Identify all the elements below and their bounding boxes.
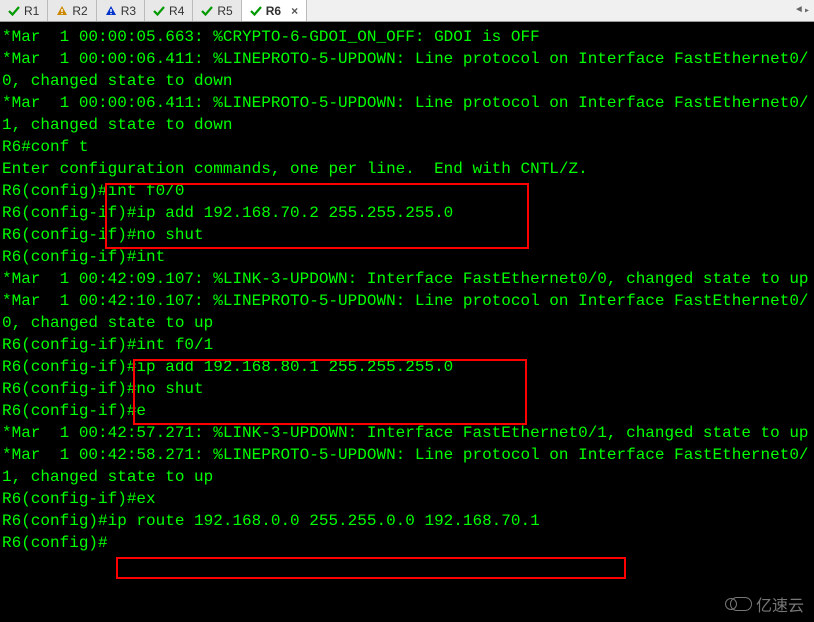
watermark: 亿速云 [730, 592, 804, 616]
terminal-line: R6(config-if)#ex [2, 488, 812, 510]
watermark-icon [730, 597, 752, 611]
terminal-line: *Mar 1 00:00:05.663: %CRYPTO-6-GDOI_ON_O… [2, 26, 812, 48]
terminal-line: R6(config-if)#int [2, 246, 812, 268]
tab-label: R4 [169, 4, 184, 18]
terminal-line: R6(config)#int f0/0 [2, 180, 812, 202]
check-icon [250, 5, 262, 17]
terminal-output[interactable]: *Mar 1 00:00:05.663: %CRYPTO-6-GDOI_ON_O… [0, 22, 814, 622]
tab-r5[interactable]: R5 [193, 0, 241, 21]
tab-r2[interactable]: R2 [48, 0, 96, 21]
tab-r3[interactable]: R3 [97, 0, 145, 21]
terminal-line: R6(config-if)#no shut [2, 378, 812, 400]
terminal-line: R6(config)#ip route 192.168.0.0 255.255.… [2, 510, 812, 532]
tab-label: R1 [24, 4, 39, 18]
tab-label: R2 [72, 4, 87, 18]
terminal-line: R6(config-if)#int f0/1 [2, 334, 812, 356]
watermark-text: 亿速云 [756, 592, 804, 616]
check-icon [201, 5, 213, 17]
tab-bar: R1 R2 R3 R4 R5 R6 × ◄ ▸ [0, 0, 814, 22]
tab-scroll-right-icon[interactable]: ▸ [804, 5, 810, 17]
warn-icon [56, 5, 68, 17]
terminal-line: *Mar 1 00:00:06.411: %LINEPROTO-5-UPDOWN… [2, 48, 812, 92]
tab-scroll-left-icon[interactable]: ◄ [796, 5, 802, 16]
warn-icon [105, 5, 117, 17]
tab-label: R6 [266, 4, 281, 18]
tab-r6[interactable]: R6 × [242, 0, 307, 21]
terminal-line: R6(config-if)#e [2, 400, 812, 422]
terminal-line: R6(config-if)#ip add 192.168.70.2 255.25… [2, 202, 812, 224]
terminal-line: R6(config-if)#no shut [2, 224, 812, 246]
terminal-line: *Mar 1 00:42:58.271: %LINEPROTO-5-UPDOWN… [2, 444, 812, 488]
tab-r1[interactable]: R1 [0, 0, 48, 21]
check-icon [153, 5, 165, 17]
tab-label: R5 [217, 4, 232, 18]
tab-r4[interactable]: R4 [145, 0, 193, 21]
terminal-line: R6(config-if)#ip add 192.168.80.1 255.25… [2, 356, 812, 378]
close-icon[interactable]: × [291, 4, 298, 18]
terminal-line: *Mar 1 00:42:57.271: %LINK-3-UPDOWN: Int… [2, 422, 812, 444]
terminal-line: *Mar 1 00:42:10.107: %LINEPROTO-5-UPDOWN… [2, 290, 812, 334]
tab-label: R3 [121, 4, 136, 18]
terminal-line: *Mar 1 00:42:09.107: %LINK-3-UPDOWN: Int… [2, 268, 812, 290]
tab-bar-actions: ◄ ▸ [796, 0, 814, 21]
terminal-line: *Mar 1 00:00:06.411: %LINEPROTO-5-UPDOWN… [2, 92, 812, 136]
terminal-line: Enter configuration commands, one per li… [2, 158, 812, 180]
terminal-line: R6(config)# [2, 532, 812, 554]
check-icon [8, 5, 20, 17]
terminal-line: R6#conf t [2, 136, 812, 158]
